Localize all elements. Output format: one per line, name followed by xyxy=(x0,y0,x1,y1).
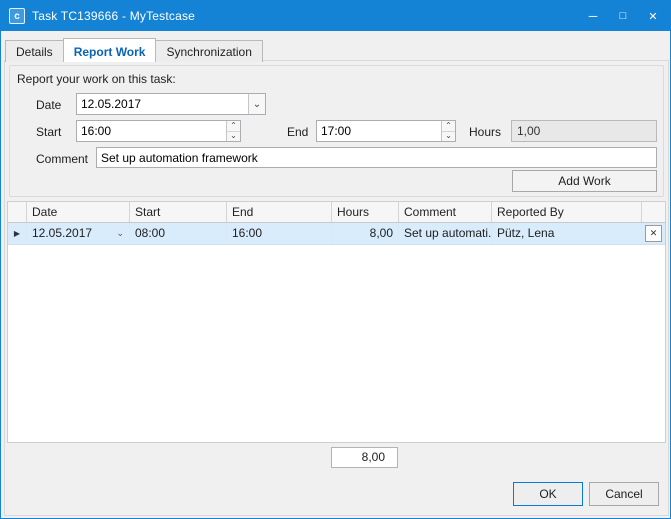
start-input[interactable] xyxy=(77,121,226,141)
end-spin-editor: ⌃ ⌄ xyxy=(316,120,456,142)
tab-synchronization[interactable]: Synchronization xyxy=(155,40,262,62)
header-start[interactable]: Start xyxy=(130,202,227,222)
start-spin-down-icon[interactable]: ⌄ xyxy=(227,132,240,142)
header-comment[interactable]: Comment xyxy=(399,202,492,222)
work-grid: Date Start End Hours Comment Reported By… xyxy=(7,201,666,443)
app-icon: c xyxy=(9,8,25,24)
header-delete xyxy=(642,202,665,222)
end-spin-up-icon[interactable]: ⌃ xyxy=(442,121,455,132)
hours-label: Hours xyxy=(469,125,501,139)
hours-summary-cell: 8,00 xyxy=(331,447,398,468)
row-reported-by-cell[interactable]: Pütz, Lena xyxy=(492,223,642,244)
caption-buttons: ─ □ ✕ xyxy=(578,1,668,31)
comment-label: Comment xyxy=(36,152,88,166)
start-spin-up-icon[interactable]: ⌃ xyxy=(227,121,240,132)
group-label: Report your work on this task: xyxy=(17,72,176,86)
maximize-icon[interactable]: □ xyxy=(608,1,638,31)
comment-editor xyxy=(96,147,657,168)
row-hours-cell[interactable]: 8,00 xyxy=(332,223,399,244)
row-start-cell[interactable]: 08:00 xyxy=(130,223,227,244)
header-date[interactable]: Date xyxy=(27,202,130,222)
start-spin-editor: ⌃ ⌄ xyxy=(76,120,241,142)
date-combobox: ⌄ xyxy=(76,93,266,115)
current-row-marker-icon: ▶ xyxy=(14,223,20,244)
hours-readonly-field: 1,00 xyxy=(511,120,657,142)
row-date-dropdown-icon[interactable]: ⌄ xyxy=(112,223,124,244)
row-selector-cell[interactable]: ▶ xyxy=(8,223,27,244)
start-label: Start xyxy=(36,125,61,139)
tab-details[interactable]: Details xyxy=(5,40,64,62)
header-row-selector xyxy=(8,202,27,222)
end-spin-buttons: ⌃ ⌄ xyxy=(441,121,455,141)
end-label: End xyxy=(287,125,308,139)
titlebar[interactable]: c Task TC139666 - MyTestcase ─ □ ✕ xyxy=(1,1,670,31)
table-row[interactable]: ▶ 12.05.2017 ⌄ 08:00 16:00 8,00 Set up a… xyxy=(8,223,665,245)
date-label: Date xyxy=(36,98,61,112)
date-input[interactable] xyxy=(77,94,248,114)
row-end-cell[interactable]: 16:00 xyxy=(227,223,332,244)
header-end[interactable]: End xyxy=(227,202,332,222)
window-title: Task TC139666 - MyTestcase xyxy=(32,9,195,23)
ok-button[interactable]: OK xyxy=(513,482,583,506)
row-comment-cell[interactable]: Set up automati... xyxy=(399,223,492,244)
tab-report-work[interactable]: Report Work xyxy=(63,38,157,62)
comment-input[interactable] xyxy=(97,148,656,167)
date-dropdown-icon[interactable]: ⌄ xyxy=(248,94,265,114)
end-input[interactable] xyxy=(317,121,441,141)
tab-strip: Details Report Work Synchronization xyxy=(5,38,263,62)
grid-header: Date Start End Hours Comment Reported By xyxy=(8,202,665,223)
add-work-button[interactable]: Add Work xyxy=(512,170,657,192)
task-dialog-window: c Task TC139666 - MyTestcase ─ □ ✕ Detai… xyxy=(0,0,671,519)
close-icon[interactable]: ✕ xyxy=(638,1,668,31)
header-hours[interactable]: Hours xyxy=(332,202,399,222)
start-spin-buttons: ⌃ ⌄ xyxy=(226,121,240,141)
delete-icon: ✕ xyxy=(650,223,658,244)
cancel-button[interactable]: Cancel xyxy=(589,482,659,506)
delete-row-button[interactable]: ✕ xyxy=(645,225,662,242)
end-spin-down-icon[interactable]: ⌄ xyxy=(442,132,455,142)
row-date-value: 12.05.2017 xyxy=(32,223,92,244)
minimize-icon[interactable]: ─ xyxy=(578,1,608,31)
header-reported-by[interactable]: Reported By xyxy=(492,202,642,222)
row-delete-cell: ✕ xyxy=(642,223,665,244)
row-date-cell[interactable]: 12.05.2017 ⌄ xyxy=(27,223,130,244)
